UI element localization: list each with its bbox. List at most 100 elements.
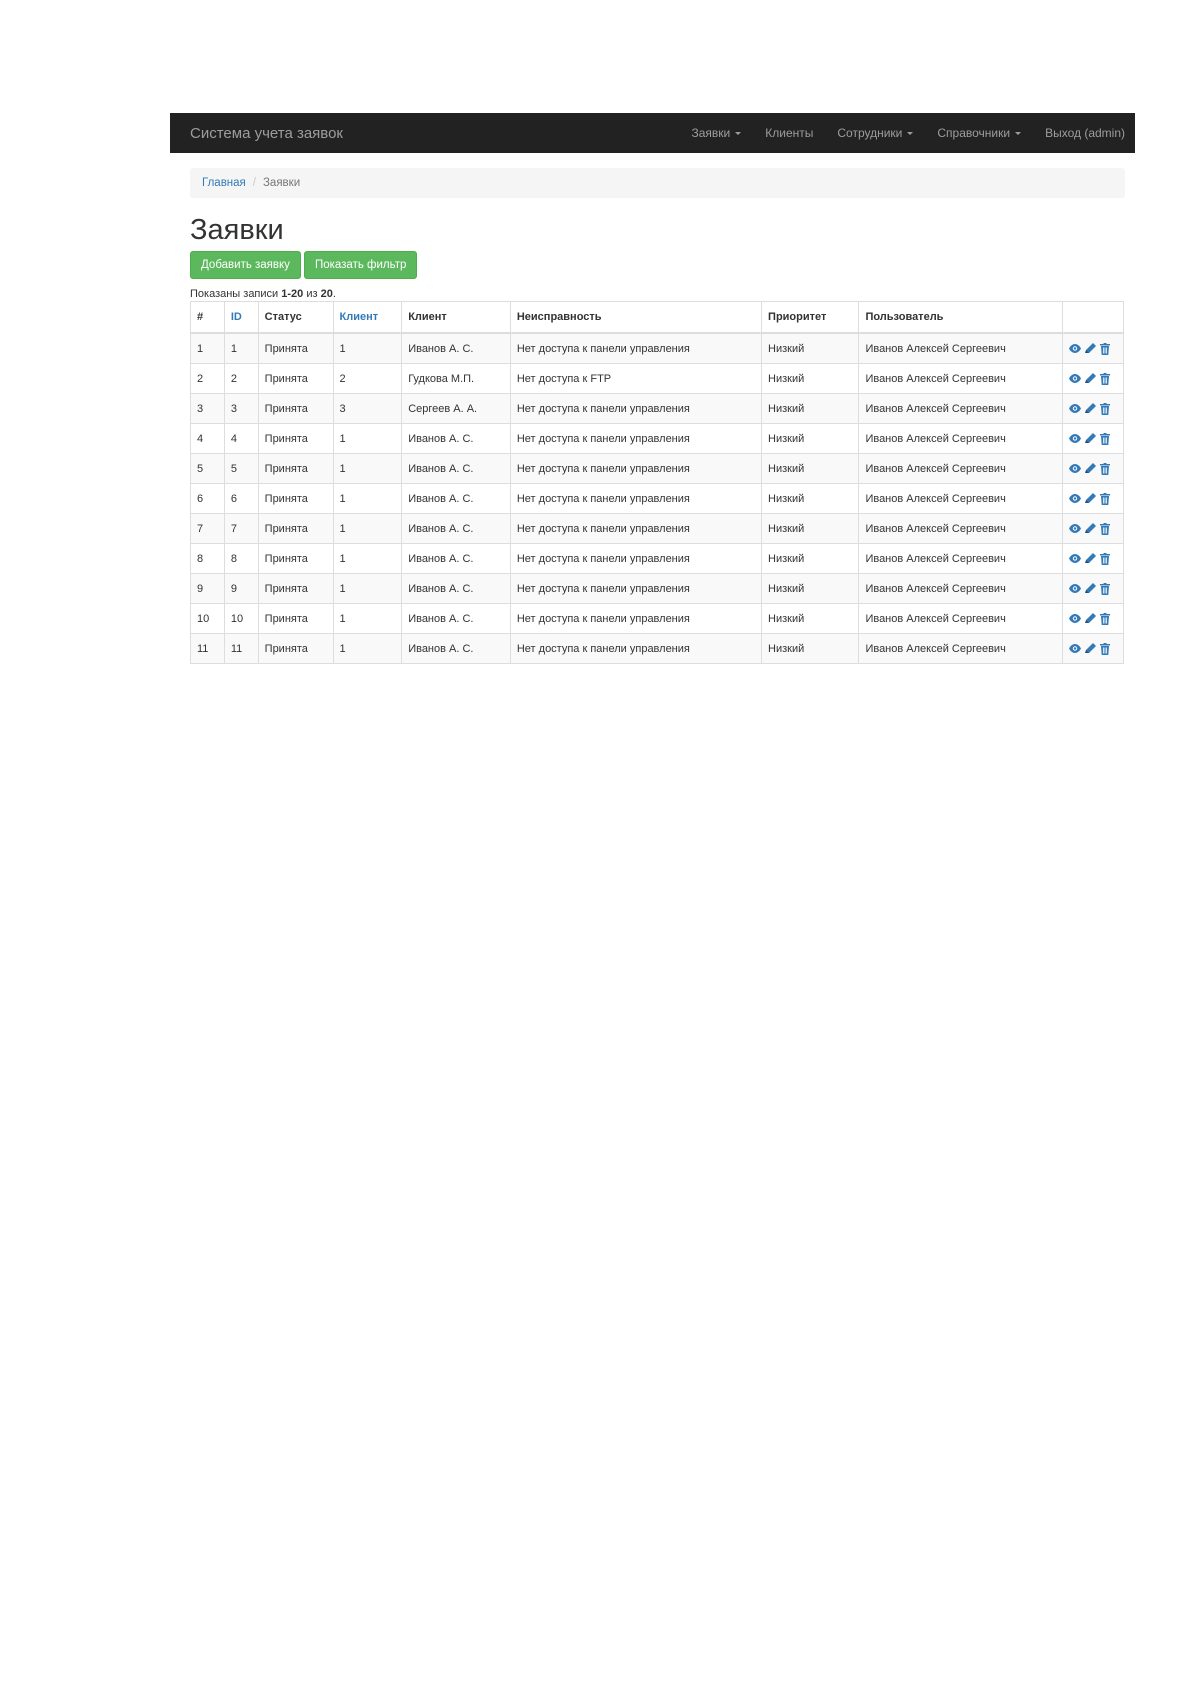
table-cell: 5 <box>190 453 225 484</box>
pencil-icon[interactable] <box>1085 613 1097 624</box>
eye-icon[interactable] <box>1069 554 1082 563</box>
column-header[interactable]: ID <box>223 301 259 334</box>
table-cell: Принята <box>257 483 334 514</box>
table-row: 7 7 Принята 1 Иванов А. С. Нет доступа к пане… <box>190 513 1124 544</box>
table-cell: Иванов Алексей Сергеевич <box>858 483 1064 514</box>
eye-icon[interactable] <box>1069 644 1082 653</box>
trash-icon[interactable] <box>1100 522 1111 535</box>
table-cell: Иванов А. С. <box>401 543 511 574</box>
trash-icon[interactable] <box>1100 642 1111 655</box>
eye-icon[interactable] <box>1069 614 1082 623</box>
trash-icon[interactable] <box>1100 462 1111 475</box>
pencil-icon[interactable] <box>1085 553 1097 564</box>
nav-item[interactable]: Сотрудники <box>825 113 925 153</box>
table-row: 1 1 Принята 1 Иванов А. С. Нет доступа к пане… <box>190 332 1124 364</box>
table-cell: Нет доступа к панели управления <box>509 453 763 484</box>
table-cell: Иванов Алексей Сергеевич <box>858 573 1064 604</box>
show-filter-button[interactable]: Показать фильтр <box>303 251 418 279</box>
table-cell: Нет доступа к панели управления <box>509 603 763 634</box>
table-cell: 3 <box>223 393 259 424</box>
pencil-icon[interactable] <box>1085 583 1097 594</box>
table-cell: Принята <box>257 453 334 484</box>
nav-item[interactable]: Клиенты <box>753 113 825 153</box>
eye-icon[interactable] <box>1069 344 1082 353</box>
table-cell: 4 <box>223 423 259 454</box>
add-request-button[interactable]: Добавить заявку <box>190 251 301 279</box>
column-header: Приоритет <box>761 301 860 334</box>
table-cell: Принята <box>257 513 334 544</box>
pencil-icon[interactable] <box>1085 403 1097 414</box>
table-row: 11 11 Принята 1 Иванов А. С. Нет доступа к па… <box>190 633 1124 664</box>
table-cell: Принята <box>257 363 334 394</box>
table-cell: Принята <box>257 633 334 664</box>
nav-item[interactable]: Заявки <box>680 113 754 153</box>
table-cell: Сергеев А. А. <box>401 393 511 424</box>
pencil-icon[interactable] <box>1085 523 1097 534</box>
table-cell: Иванов А. С. <box>401 453 511 484</box>
table-row: 2 2 Принята 2 Гудкова М.П. Нет доступа к FTP Н… <box>190 363 1124 394</box>
eye-icon[interactable] <box>1069 524 1082 533</box>
navbar-brand[interactable]: Система учета заявок <box>170 125 343 142</box>
table-cell: 11 <box>223 633 259 664</box>
table-row: 10 10 Принята 1 Иванов А. С. Нет доступа к па… <box>190 603 1124 634</box>
trash-icon[interactable] <box>1100 492 1111 505</box>
nav-item-label: Выход (admin) <box>1045 126 1125 140</box>
eye-icon[interactable] <box>1069 434 1082 443</box>
table-cell: 2 <box>190 363 225 394</box>
nav-item-label: Справочники <box>937 126 1011 140</box>
row-actions-cell <box>1062 483 1124 514</box>
trash-icon[interactable] <box>1100 582 1111 595</box>
trash-icon[interactable] <box>1100 342 1111 355</box>
eye-icon[interactable] <box>1069 404 1082 413</box>
eye-icon[interactable] <box>1069 584 1082 593</box>
table-cell: 5 <box>223 453 259 484</box>
eye-icon[interactable] <box>1069 494 1082 503</box>
trash-icon[interactable] <box>1100 372 1111 385</box>
pencil-icon[interactable] <box>1085 493 1097 504</box>
trash-icon[interactable] <box>1100 432 1111 445</box>
eye-icon[interactable] <box>1069 374 1082 383</box>
summary-total: 20 <box>320 288 333 300</box>
trash-icon[interactable] <box>1100 612 1111 625</box>
pencil-icon[interactable] <box>1085 643 1097 654</box>
column-header: Неисправность <box>509 301 763 334</box>
pencil-icon[interactable] <box>1085 463 1097 474</box>
table-cell: Иванов А. С. <box>401 573 511 604</box>
nav-item-label: Заявки <box>691 126 731 140</box>
table-cell: 2 <box>332 363 403 394</box>
table-cell: Иванов Алексей Сергеевич <box>858 603 1064 634</box>
pencil-icon[interactable] <box>1085 433 1097 444</box>
row-actions <box>1069 522 1117 535</box>
row-actions-cell <box>1062 543 1124 574</box>
records-summary: Показаны записи 1-20 из 20. <box>190 288 1125 300</box>
page-title: Заявки <box>190 214 284 246</box>
table-cell: Иванов Алексей Сергеевич <box>858 453 1064 484</box>
trash-icon[interactable] <box>1100 402 1111 415</box>
table-cell: Нет доступа к панели управления <box>509 332 763 364</box>
breadcrumb-home-link[interactable]: Главная <box>202 177 246 189</box>
pencil-icon[interactable] <box>1085 373 1097 384</box>
trash-icon[interactable] <box>1100 552 1111 565</box>
breadcrumb-separator: / <box>252 177 256 189</box>
column-header: Клиент <box>401 301 511 334</box>
table-row: 9 9 Принята 1 Иванов А. С. Нет доступа к пане… <box>190 573 1124 604</box>
column-header[interactable]: Клиент <box>332 301 403 334</box>
column-header: Статус <box>257 301 334 334</box>
pencil-icon[interactable] <box>1085 343 1097 354</box>
table-row: 6 6 Принята 1 Иванов А. С. Нет доступа к пане… <box>190 483 1124 514</box>
navbar-menu: Заявки Клиенты Сотрудники Справочники Выход … <box>680 113 1136 153</box>
table-row: 3 3 Принята 3 Сергеев А. А. Нет доступа к пан… <box>190 393 1124 424</box>
nav-item[interactable]: Выход (admin) <box>1033 113 1135 153</box>
table-cell: Низкий <box>761 393 860 424</box>
table-cell: 6 <box>190 483 225 514</box>
table-cell: Нет доступа к панели управления <box>509 633 763 664</box>
table-cell: 8 <box>223 543 259 574</box>
table-cell: 2 <box>223 363 259 394</box>
table-cell: 1 <box>332 483 403 514</box>
table-cell: 1 <box>332 603 403 634</box>
table-cell: 1 <box>332 513 403 544</box>
requests-table: # ID Статус Клиент Клиент Неисправность Приори… <box>190 301 1124 664</box>
eye-icon[interactable] <box>1069 464 1082 473</box>
nav-item[interactable]: Справочники <box>925 113 1033 153</box>
table-cell: Иванов Алексей Сергеевич <box>858 423 1064 454</box>
